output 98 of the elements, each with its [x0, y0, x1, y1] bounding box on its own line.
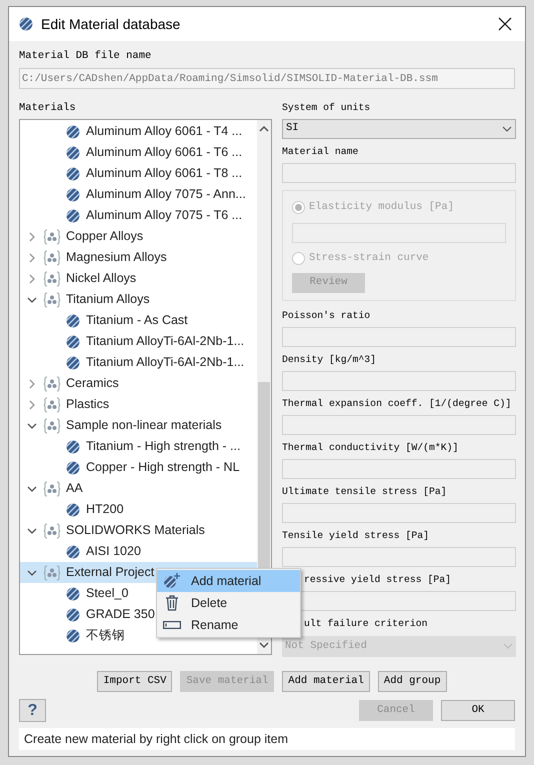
material-name-field[interactable]	[282, 163, 516, 183]
tree-item[interactable]: Aluminum Alloy 6061 - T6 ...	[20, 142, 258, 163]
field-label: Thermal conductivity [W/(m*K)]	[282, 441, 458, 454]
chevron-down-icon[interactable]	[27, 420, 37, 430]
material-icon	[66, 356, 80, 370]
chevron-down-icon[interactable]	[27, 568, 37, 578]
tree-item[interactable]: Titanium - As Cast	[20, 310, 258, 331]
chevron-down-icon	[503, 643, 513, 650]
field-label: Material name	[282, 145, 358, 158]
group-icon	[43, 522, 61, 538]
field-label: Thermal expansion coeff. [1/(degree C)]	[282, 397, 512, 410]
property-field[interactable]	[282, 415, 516, 435]
menu-item[interactable]: Rename	[157, 614, 300, 636]
chevron-right-icon[interactable]	[27, 252, 37, 262]
group-icon	[43, 418, 61, 434]
tree-item[interactable]: HT200	[20, 499, 258, 520]
property-field[interactable]	[282, 547, 516, 567]
property-field[interactable]	[282, 503, 516, 523]
tree-item[interactable]: Titanium AlloyTi-6Al-2Nb-1...	[20, 352, 258, 373]
chevron-down-icon[interactable]	[27, 526, 37, 536]
group-icon	[43, 270, 61, 286]
radio-label: Elasticity modulus [Pa]	[309, 200, 454, 215]
radio-label: Stress-strain curve	[309, 250, 429, 266]
field-label: Ultimate tensile stress [Pa]	[282, 485, 447, 498]
menu-item[interactable]: Add material	[157, 570, 300, 592]
units-dropdown[interactable]: SI	[282, 119, 516, 139]
material-icon	[66, 208, 80, 222]
tree-group[interactable]: Titanium Alloys	[20, 289, 258, 310]
tree-item[interactable]: AISI 1020	[20, 541, 258, 562]
scroll-down-icon[interactable]	[259, 641, 269, 649]
group-icon	[43, 250, 61, 266]
tree-group[interactable]: Ceramics	[20, 373, 258, 394]
material-icon	[66, 608, 80, 622]
action-button[interactable]: Add group	[378, 671, 447, 692]
tree-item[interactable]: Aluminum Alloy 6061 - T8 ...	[20, 163, 258, 184]
tree-group[interactable]: Nickel Alloys	[20, 268, 258, 289]
field-label: ult failure criterion	[304, 617, 428, 630]
tree-group[interactable]: Magnesium Alloys	[20, 247, 258, 268]
material-icon	[66, 166, 80, 180]
trash-icon	[165, 595, 179, 611]
chevron-right-icon[interactable]	[27, 400, 37, 410]
action-button[interactable]: Add material	[282, 671, 370, 692]
status-text: Create new material by right click on group item	[24, 730, 288, 748]
chevron-down-icon[interactable]	[27, 484, 37, 494]
elasticity-field[interactable]	[292, 222, 506, 243]
group-icon	[43, 228, 61, 244]
material-icon	[66, 146, 80, 160]
chevron-right-icon[interactable]	[27, 274, 37, 284]
group-icon	[43, 376, 61, 392]
group-icon	[43, 564, 61, 580]
property-field[interactable]	[282, 371, 516, 391]
tree-item[interactable]: Copper - High strength - NL	[20, 457, 258, 478]
material-icon	[66, 628, 80, 642]
window-title: Edit Material database	[41, 14, 180, 34]
tree-group[interactable]: SOLIDWORKS Materials	[20, 520, 258, 541]
material-icon	[66, 314, 80, 328]
material-icon	[66, 586, 80, 600]
tree-group[interactable]: Copper Alloys	[20, 226, 258, 247]
tree-group[interactable]: Sample non-linear materials	[20, 415, 258, 436]
field-label: Density [kg/m^3]	[282, 353, 376, 366]
material-icon	[66, 440, 80, 454]
property-field[interactable]	[282, 459, 516, 479]
property-field[interactable]	[282, 327, 516, 347]
section-label: Materials	[19, 101, 77, 115]
tree-group[interactable]: Plastics	[20, 394, 258, 415]
group-icon	[43, 292, 61, 308]
action-button[interactable]: Import CSV	[97, 671, 172, 692]
chevron-right-icon[interactable]	[27, 232, 37, 242]
add-material-icon	[163, 573, 181, 589]
scroll-up-icon[interactable]	[259, 125, 269, 133]
tree-item[interactable]: Titanium - High strength - ...	[20, 436, 258, 457]
material-icon	[66, 544, 80, 558]
field-label: System of units	[282, 101, 370, 114]
field-label: Material DB file name	[19, 49, 152, 63]
dialog-button[interactable]: OK	[441, 700, 515, 721]
tree-group[interactable]: AA	[20, 478, 258, 499]
field-label: Poisson's ratio	[282, 309, 370, 322]
material-icon	[66, 502, 80, 516]
app-icon	[19, 17, 33, 31]
material-icon	[66, 188, 80, 202]
tree-item[interactable]: Aluminum Alloy 6061 - T4 ...	[20, 121, 258, 142]
chevron-down-icon	[502, 126, 512, 132]
tree-item[interactable]: Titanium AlloyTi-6Al-2Nb-1...	[20, 331, 258, 352]
group-icon	[43, 396, 61, 412]
menu-item[interactable]: Delete	[157, 592, 300, 614]
tree-item[interactable]: Aluminum Alloy 7075 - T6 ...	[20, 205, 258, 226]
rename-icon	[163, 620, 181, 630]
material-icon	[66, 460, 80, 474]
field-label: ressive yield stress [Pa]	[304, 573, 451, 586]
tree-item[interactable]: Aluminum Alloy 7075 - Ann...	[20, 184, 258, 205]
material-icon	[66, 124, 80, 138]
chevron-down-icon[interactable]	[27, 294, 37, 304]
chevron-right-icon[interactable]	[27, 378, 37, 388]
file-path-field[interactable]: C:/Users/CADshen/AppData/Roaming/Simsolid/SIMSOLID-Material-DB.ssm	[19, 68, 515, 89]
help-button[interactable]: ?	[19, 699, 46, 722]
field-label: Tensile yield stress [Pa]	[282, 529, 429, 542]
material-icon	[66, 334, 80, 348]
group-icon	[43, 480, 61, 496]
